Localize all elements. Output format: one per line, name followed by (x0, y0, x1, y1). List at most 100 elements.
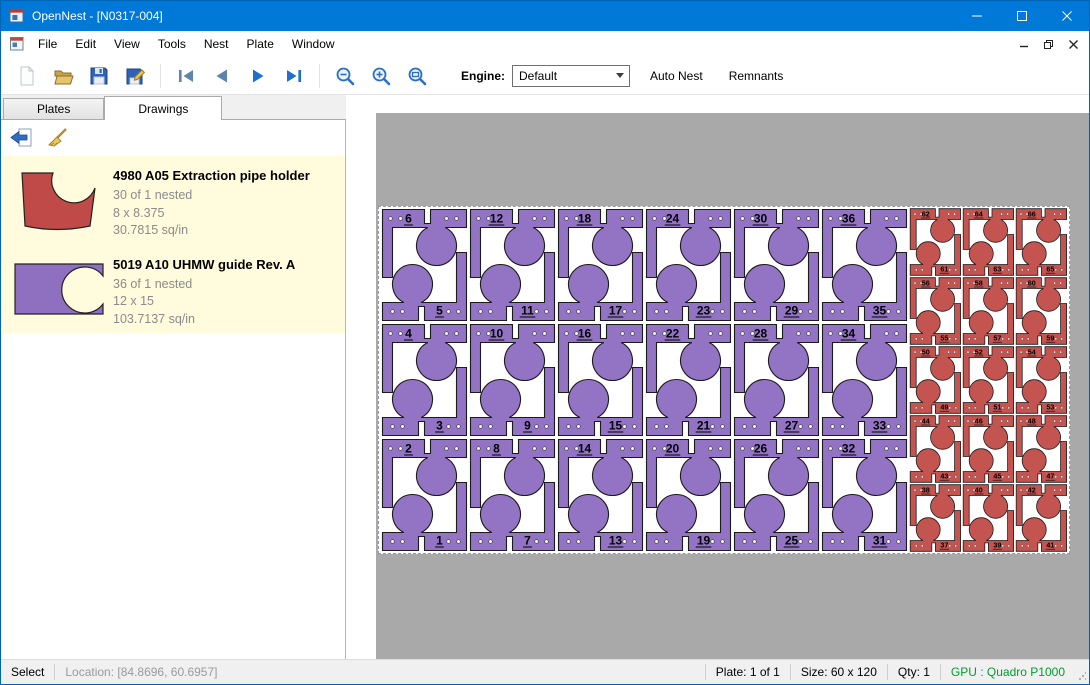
go-first-button[interactable] (168, 61, 204, 91)
nested-part-pair[interactable]: 6665 (1016, 209, 1066, 276)
nested-part-pair[interactable]: 21 (383, 440, 467, 551)
drill-hole (949, 407, 951, 409)
drill-hole (1007, 213, 1009, 215)
toolbar: Engine: Default Auto Nest Remnants (1, 57, 1089, 95)
drill-hole (721, 425, 725, 429)
tab-drawings[interactable]: Drawings (104, 96, 222, 120)
drill-hole (535, 310, 539, 314)
canvas-background[interactable]: 6512111817242330293635431091615222128273… (376, 113, 1089, 659)
part-number: 11 (521, 304, 534, 318)
nested-part-pair[interactable]: 3029 (735, 210, 819, 321)
resize-grip[interactable] (1075, 660, 1089, 684)
nest-canvas[interactable]: 6512111817242330293635431091615222128273… (346, 95, 1089, 659)
nested-part-pair[interactable]: 1211 (471, 210, 555, 321)
go-previous-button[interactable] (204, 61, 240, 91)
plate[interactable]: 6512111817242330293635431091615222128273… (378, 206, 1070, 554)
menu-nest[interactable]: Nest (195, 31, 238, 57)
nested-part-pair[interactable]: 6463 (963, 209, 1013, 276)
open-button[interactable] (45, 61, 81, 91)
drawing-item-5019[interactable]: 5019 A10 UHMW guide Rev. A 36 of 1 neste… (1, 245, 345, 334)
nested-part-pair[interactable]: 2827 (735, 325, 819, 436)
nested-part-pair[interactable]: 2221 (647, 325, 731, 436)
auto-nest-button[interactable]: Auto Nest (644, 69, 709, 83)
nested-part-pair[interactable]: 1817 (559, 210, 643, 321)
menu-plate[interactable]: Plate (238, 31, 283, 57)
nested-part-pair[interactable]: 65 (383, 210, 467, 321)
nested-part-pair[interactable]: 4645 (963, 416, 1013, 483)
drill-hole (1027, 545, 1029, 547)
drill-hole (753, 425, 757, 429)
drill-hole (829, 217, 833, 221)
nested-part-pair[interactable]: 1413 (559, 440, 643, 551)
nested-part-pair[interactable]: 2423 (647, 210, 731, 321)
qty-status: Qty: 1 (888, 660, 940, 684)
close-button[interactable] (1044, 1, 1089, 31)
part-number: 44 (922, 417, 930, 426)
nested-part-pair[interactable]: 5857 (963, 278, 1013, 345)
zoom-fit-button[interactable] (399, 61, 435, 91)
nested-part-pair[interactable]: 4847 (1016, 416, 1066, 483)
menu-window[interactable]: Window (283, 31, 344, 57)
save-button[interactable] (81, 61, 117, 91)
drill-hole (391, 425, 395, 429)
menubar: File Edit View Tools Nest Plate Window (1, 31, 1089, 57)
drawing-area: 30.7815 sq/in (113, 222, 310, 240)
nested-part-pair[interactable]: 2019 (647, 440, 731, 551)
drill-hole (1054, 420, 1056, 422)
nested-part-pair[interactable]: 3231 (823, 440, 907, 551)
drill-hole (479, 310, 483, 314)
mdi-minimize-button[interactable] (1013, 35, 1034, 54)
nested-part-pair[interactable]: 4443 (910, 416, 960, 483)
engine-select[interactable]: Default (512, 65, 630, 87)
minimize-button[interactable] (954, 1, 999, 31)
drill-hole (921, 338, 923, 340)
nested-part-pair[interactable]: 6261 (910, 209, 960, 276)
nested-part-pair[interactable]: 4039 (963, 485, 1013, 552)
mdi-restore-button[interactable] (1038, 35, 1059, 54)
nested-part-pair[interactable]: 3433 (823, 325, 907, 436)
part-number: 64 (975, 210, 983, 219)
zoom-out-button[interactable] (327, 61, 363, 91)
nested-part-pair[interactable]: 2625 (735, 440, 819, 551)
open-folder-icon (52, 65, 74, 87)
nested-part-pair[interactable]: 5049 (910, 347, 960, 414)
mdi-close-button[interactable] (1063, 35, 1084, 54)
drill-hole (487, 447, 491, 451)
menu-view[interactable]: View (105, 31, 149, 57)
nested-part-pair[interactable]: 6059 (1016, 278, 1066, 345)
remnants-button[interactable]: Remnants (723, 69, 790, 83)
menu-edit[interactable]: Edit (66, 31, 105, 57)
nested-part-pair[interactable]: 3635 (823, 210, 907, 321)
drill-hole (477, 217, 481, 221)
part-number: 51 (993, 403, 1001, 412)
nested-part-pair[interactable]: 1615 (559, 325, 643, 436)
nested-part-pair[interactable]: 5251 (963, 347, 1013, 414)
maximize-button[interactable] (999, 1, 1044, 31)
zoom-in-button[interactable] (363, 61, 399, 91)
menu-file[interactable]: File (29, 31, 66, 57)
nested-part-pair[interactable]: 87 (471, 440, 555, 551)
drawing-item-4980[interactable]: 4980 A05 Extraction pipe holder 30 of 1 … (1, 156, 345, 245)
drill-hole (1007, 351, 1009, 353)
drill-hole (1027, 338, 1029, 340)
clean-button[interactable] (42, 124, 72, 152)
drill-hole (391, 310, 395, 314)
nested-part-pair[interactable]: 109 (471, 325, 555, 436)
go-next-button[interactable] (240, 61, 276, 91)
menu-tools[interactable]: Tools (149, 31, 195, 57)
tab-plates[interactable]: Plates (3, 98, 104, 119)
go-last-button[interactable] (276, 61, 312, 91)
import-drawing-button[interactable] (6, 124, 36, 152)
nested-part-pair[interactable]: 3837 (910, 485, 960, 552)
nested-part-pair[interactable]: 43 (383, 325, 467, 436)
drill-hole (1021, 476, 1023, 478)
nested-part-pair[interactable]: 4241 (1016, 485, 1066, 552)
save-as-button[interactable] (117, 61, 153, 91)
nested-part-pair[interactable]: 5453 (1016, 347, 1066, 414)
drill-hole (631, 332, 635, 336)
new-button[interactable] (9, 61, 45, 91)
nested-part-pair[interactable]: 5655 (910, 278, 960, 345)
drill-hole (968, 476, 970, 478)
drill-hole (543, 217, 547, 221)
part-number: 27 (785, 419, 799, 433)
